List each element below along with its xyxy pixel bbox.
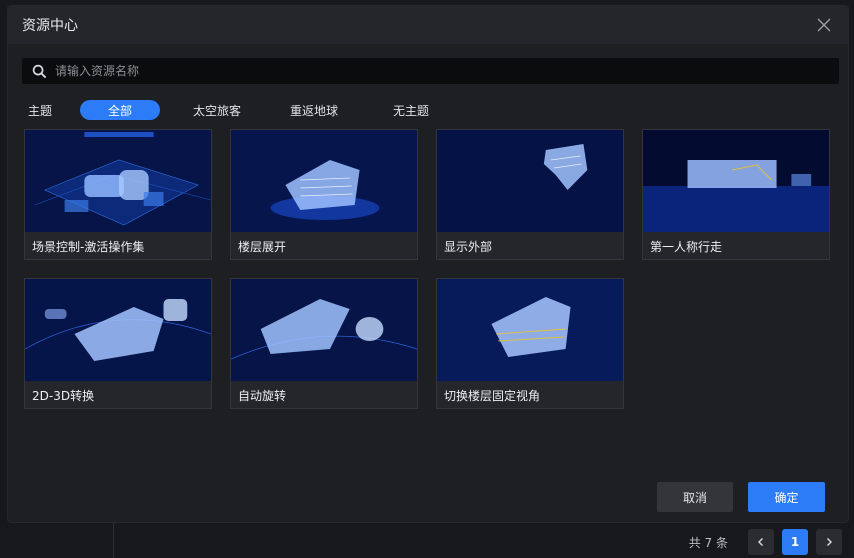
resource-name: 显示外部 bbox=[437, 232, 623, 259]
resource-card[interactable]: 2D-3D转换 bbox=[24, 278, 212, 409]
page-button-1[interactable]: 1 bbox=[782, 529, 808, 555]
resource-thumbnail bbox=[25, 130, 211, 232]
dialog-title: 资源中心 bbox=[22, 18, 78, 34]
resource-thumbnail bbox=[25, 279, 211, 381]
resource-thumbnail bbox=[231, 130, 417, 232]
resource-card[interactable]: 楼层展开 bbox=[230, 129, 418, 260]
search-bar bbox=[22, 58, 839, 84]
tab-all[interactable]: 全部 bbox=[80, 100, 160, 120]
resource-card[interactable]: 第一人称行走 bbox=[642, 129, 830, 260]
resource-thumbnail bbox=[643, 130, 829, 232]
theme-label: 主题 bbox=[28, 103, 53, 118]
close-button[interactable] bbox=[814, 15, 834, 35]
tab-return-to-earth[interactable]: 重返地球 bbox=[274, 100, 354, 120]
resource-name: 第一人称行走 bbox=[643, 232, 829, 259]
dialog-header: 资源中心 bbox=[8, 6, 848, 44]
resource-name: 切换楼层固定视角 bbox=[437, 381, 623, 408]
next-page-button[interactable] bbox=[816, 529, 842, 555]
resource-name: 场景控制-激活操作集 bbox=[25, 232, 211, 259]
search-input[interactable] bbox=[55, 64, 839, 78]
close-icon bbox=[817, 18, 831, 32]
resource-card[interactable]: 切换楼层固定视角 bbox=[436, 278, 624, 409]
tab-no-theme[interactable]: 无主题 bbox=[371, 100, 451, 120]
resource-thumbnail bbox=[437, 279, 623, 381]
pagination: 共 7 条 1 bbox=[689, 529, 842, 555]
backdrop-divider bbox=[113, 522, 114, 558]
chevron-left-icon bbox=[757, 537, 764, 547]
theme-tabs: 主题 全部 太空旅客 重返地球 无主题 bbox=[22, 99, 468, 121]
resource-card[interactable]: 自动旋转 bbox=[230, 278, 418, 409]
resource-name: 楼层展开 bbox=[231, 232, 417, 259]
confirm-button[interactable]: 确定 bbox=[748, 482, 825, 512]
resource-thumbnail bbox=[437, 130, 623, 232]
tab-space-traveler[interactable]: 太空旅客 bbox=[177, 100, 257, 120]
cancel-button[interactable]: 取消 bbox=[657, 482, 733, 512]
resource-card[interactable]: 场景控制-激活操作集 bbox=[24, 129, 212, 260]
resource-name: 自动旋转 bbox=[231, 381, 417, 408]
prev-page-button[interactable] bbox=[748, 529, 774, 555]
resource-card[interactable]: 显示外部 bbox=[436, 129, 624, 260]
resource-thumbnail bbox=[231, 279, 417, 381]
resource-name: 2D-3D转换 bbox=[25, 381, 211, 408]
pagination-total: 共 7 条 bbox=[688, 535, 728, 550]
search-icon bbox=[32, 64, 47, 78]
chevron-right-icon bbox=[826, 537, 833, 547]
resource-center-dialog: 资源中心 主题 全部 太空旅客 重返地球 无主题 bbox=[8, 6, 848, 522]
